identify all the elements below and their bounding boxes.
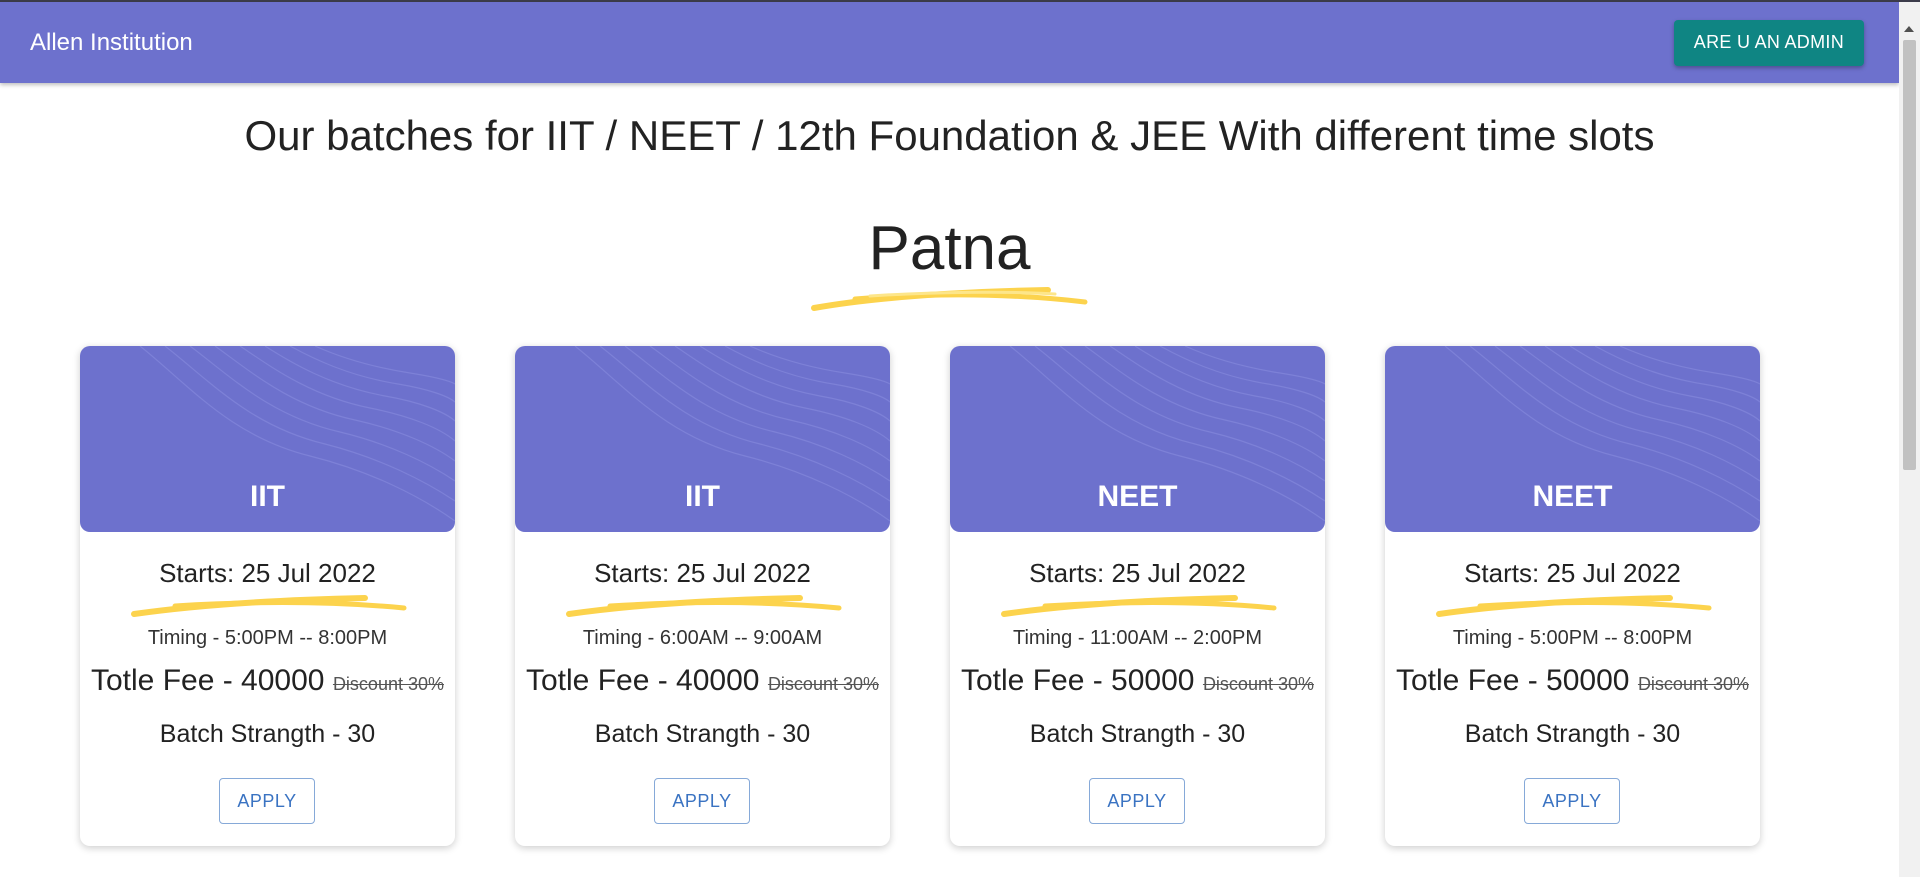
page-headline: Our batches for IIT / NEET / 12th Founda…: [244, 112, 1655, 159]
brand-title[interactable]: Allen Institution: [30, 29, 193, 57]
batch-timing: Timing - 6:00AM -- 9:00AM: [582, 627, 823, 649]
batch-timing: Timing - 11:00AM -- 2:00PM: [1013, 627, 1262, 649]
brush-underline-icon: [1001, 595, 1277, 617]
fee-line: Totle Fee - 40000 Discount 30%: [515, 664, 890, 698]
batch-strength: Batch Strangth - 30: [1464, 720, 1681, 748]
total-fee: Totle Fee - 50000: [961, 664, 1195, 697]
total-fee: Totle Fee - 40000: [91, 664, 325, 697]
discount-label: Discount 30%: [1637, 674, 1749, 694]
batch-strength: Batch Strangth - 30: [1029, 720, 1246, 748]
card-header: NEET: [1385, 346, 1760, 532]
card-header: IIT: [80, 346, 455, 532]
admin-button[interactable]: ARE U AN ADMIN: [1673, 19, 1864, 66]
brush-underline-icon: [1436, 595, 1712, 617]
batch-card: IIT Starts: 25 Jul 2022 Timing - 6:00AM …: [515, 346, 890, 846]
apply-button[interactable]: APPLY: [1524, 778, 1620, 824]
batch-strength: Batch Strangth - 30: [594, 720, 811, 748]
batch-title: IIT: [685, 480, 720, 513]
brush-underline-icon: [131, 595, 407, 617]
start-date: Starts: 25 Jul 2022: [594, 558, 811, 588]
discount-label: Discount 30%: [332, 674, 444, 694]
start-date: Starts: 25 Jul 2022: [1464, 558, 1681, 588]
batch-timing: Timing - 5:00PM -- 8:00PM: [147, 627, 388, 649]
batch-timing: Timing - 5:00PM -- 8:00PM: [1452, 627, 1693, 649]
discount-label: Discount 30%: [1202, 674, 1314, 694]
start-date: Starts: 25 Jul 2022: [1029, 558, 1246, 588]
apply-button[interactable]: APPLY: [1089, 778, 1185, 824]
fee-line: Totle Fee - 40000 Discount 30%: [80, 664, 455, 698]
batch-card: NEET Starts: 25 Jul 2022 Timing - 5:00PM…: [1385, 346, 1760, 846]
card-header: NEET: [950, 346, 1325, 532]
batch-title: IIT: [250, 480, 285, 513]
brush-underline-icon: [811, 287, 1088, 311]
apply-button[interactable]: APPLY: [654, 778, 750, 824]
scroll-up-arrow-icon[interactable]: [1904, 26, 1914, 32]
batch-strength: Batch Strangth - 30: [159, 720, 376, 748]
total-fee: Totle Fee - 40000: [526, 664, 760, 697]
batch-card: NEET Starts: 25 Jul 2022 Timing - 11:00A…: [950, 346, 1325, 846]
vertical-scrollbar[interactable]: [1899, 2, 1920, 877]
batch-card: IIT Starts: 25 Jul 2022 Timing - 5:00PM …: [80, 346, 455, 846]
fee-line: Totle Fee - 50000 Discount 30%: [950, 664, 1325, 698]
total-fee: Totle Fee - 50000: [1396, 664, 1630, 697]
scroll-thumb[interactable]: [1903, 40, 1916, 470]
brush-underline-icon: [566, 595, 842, 617]
apply-button[interactable]: APPLY: [219, 778, 315, 824]
batch-title: NEET: [1532, 480, 1613, 513]
start-date: Starts: 25 Jul 2022: [159, 558, 376, 588]
city-heading: Patna: [868, 214, 1031, 283]
batch-title: NEET: [1097, 480, 1178, 513]
discount-label: Discount 30%: [767, 674, 879, 694]
card-header: IIT: [515, 346, 890, 532]
fee-line: Totle Fee - 50000 Discount 30%: [1385, 664, 1760, 698]
app-bar: Allen Institution ARE U AN ADMIN: [0, 2, 1899, 83]
